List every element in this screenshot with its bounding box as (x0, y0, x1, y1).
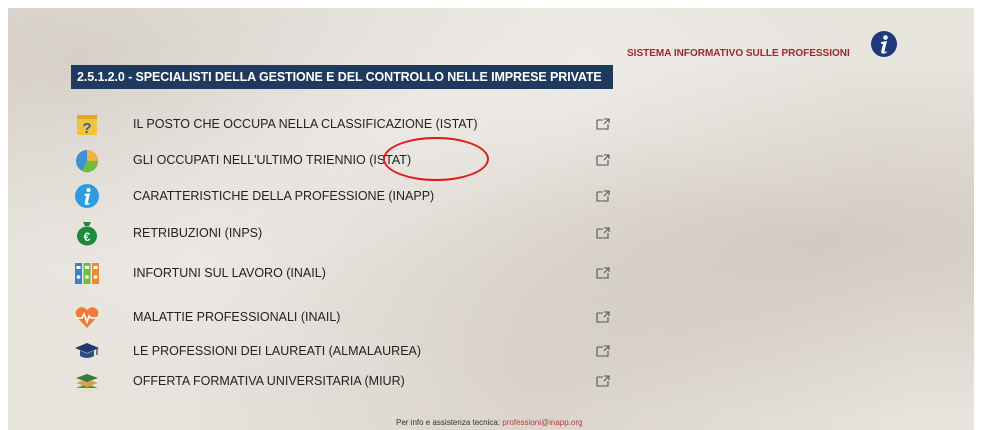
list-item-laureati[interactable]: LE PROFESSIONI DEI LAUREATI (ALMALAUREA) (70, 336, 615, 366)
system-title: SISTEMA INFORMATIVO SULLE PROFESSIONI (627, 48, 850, 59)
list-item-label: LE PROFESSIONI DEI LAUREATI (ALMALAUREA) (133, 344, 422, 358)
list-item-label: OFFERTA FORMATIVA UNIVERSITARIA (MIUR) (133, 374, 405, 388)
binders-icon (75, 263, 99, 284)
list-item-label: MALATTIE PROFESSIONALI (INAIL) (133, 310, 341, 324)
info-icon (75, 184, 99, 208)
footer: Per info e assistenza tecnica: professio… (396, 418, 582, 427)
page-title: 2.5.1.2.0 - SPECIALISTI DELLA GESTIONE E… (71, 65, 613, 89)
question-icon: ? (77, 115, 97, 137)
external-link-icon[interactable] (596, 154, 610, 166)
list-item-label: GLI OCCUPATI NELL'ULTIMO TRIENNIO (ISTAT… (133, 153, 412, 167)
external-link-icon[interactable] (596, 267, 610, 279)
books-icon (76, 374, 98, 394)
svg-text:€: € (84, 230, 91, 244)
euro-bag-icon: € (77, 222, 97, 246)
annotation-ellipse (383, 137, 489, 181)
info-icon[interactable] (870, 30, 898, 58)
support-email-link[interactable]: professioni@inapp.org (502, 418, 582, 427)
external-link-icon[interactable] (596, 118, 610, 130)
list-item-infortuni[interactable]: INFORTUNI SUL LAVORO (INAIL) (70, 258, 615, 288)
list-item-offerta-formativa[interactable]: OFFERTA FORMATIVA UNIVERSITARIA (MIUR) (70, 366, 615, 396)
external-link-icon[interactable] (596, 375, 610, 387)
external-link-icon[interactable] (596, 190, 610, 202)
list-item-label: IL POSTO CHE OCCUPA NELLA CLASSIFICAZION… (133, 117, 478, 131)
list-item-label: RETRIBUZIONI (INPS) (133, 226, 263, 240)
svg-text:?: ? (82, 120, 91, 137)
external-link-icon[interactable] (596, 227, 610, 239)
graduation-cap-icon (75, 343, 99, 358)
list-item-label: CARATTERISTICHE DELLA PROFESSIONE (INAPP… (133, 189, 435, 203)
external-link-icon[interactable] (596, 345, 610, 357)
heart-pulse-icon (75, 307, 99, 328)
list-item-label: INFORTUNI SUL LAVORO (INAIL) (133, 266, 326, 280)
list-item-caratteristiche[interactable]: CARATTERISTICHE DELLA PROFESSIONE (INAPP… (70, 181, 615, 211)
footer-text: Per info e assistenza tecnica: (396, 418, 503, 427)
list-item-occupati[interactable]: GLI OCCUPATI NELL'ULTIMO TRIENNIO (ISTAT… (70, 145, 615, 175)
pie-chart-icon (76, 150, 99, 173)
list-item-classificazione[interactable]: ? IL POSTO CHE OCCUPA NELLA CLASSIFICAZI… (70, 109, 615, 139)
list-item-malattie[interactable]: MALATTIE PROFESSIONALI (INAIL) (70, 302, 615, 332)
external-link-icon[interactable] (596, 311, 610, 323)
list-item-retribuzioni[interactable]: € RETRIBUZIONI (INPS) (70, 218, 615, 248)
